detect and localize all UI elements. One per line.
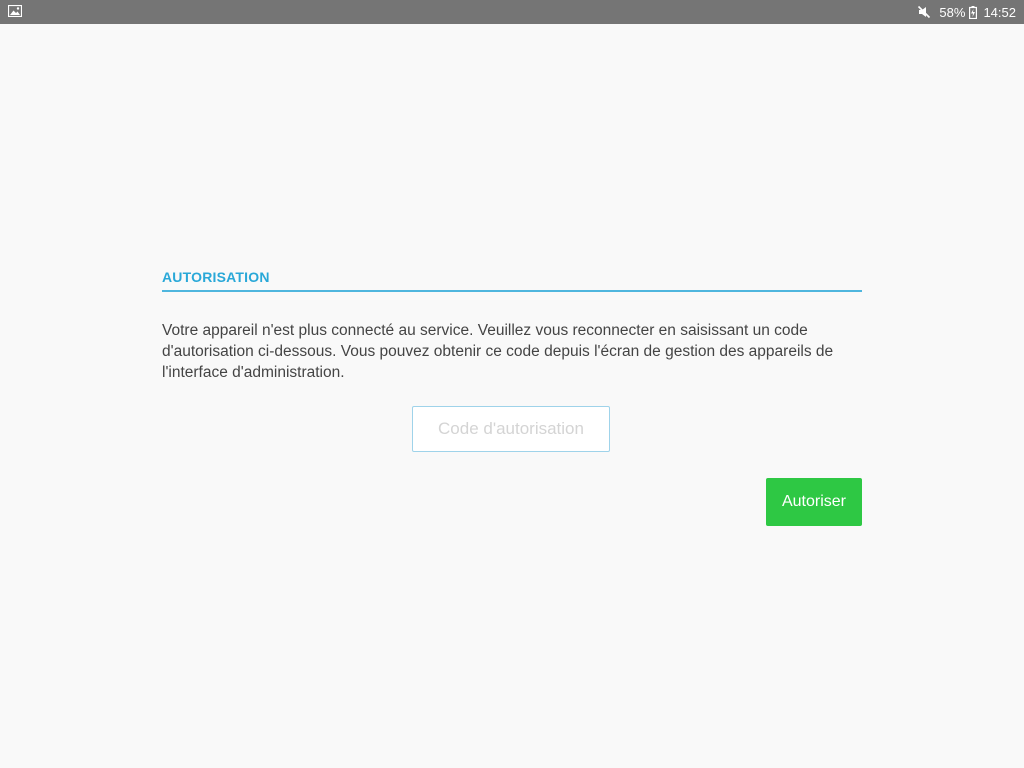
status-indicators: 58% 14:52 — [917, 0, 1016, 24]
battery-charging-icon — [969, 5, 978, 19]
authorization-panel: AUTORISATION Votre appareil n'est plus c… — [162, 268, 862, 526]
battery-percent: 58% — [939, 4, 966, 20]
authorization-code-input[interactable] — [412, 406, 610, 452]
panel-title: AUTORISATION — [162, 268, 862, 292]
authorize-button[interactable]: Autoriser — [766, 478, 862, 526]
mute-icon — [917, 5, 931, 19]
authorization-message: Votre appareil n'est plus connecté au se… — [162, 322, 834, 381]
status-bar: 58% 14:52 — [0, 0, 1024, 24]
image-notification-icon — [7, 4, 23, 18]
clock: 14:52 — [983, 4, 1016, 20]
